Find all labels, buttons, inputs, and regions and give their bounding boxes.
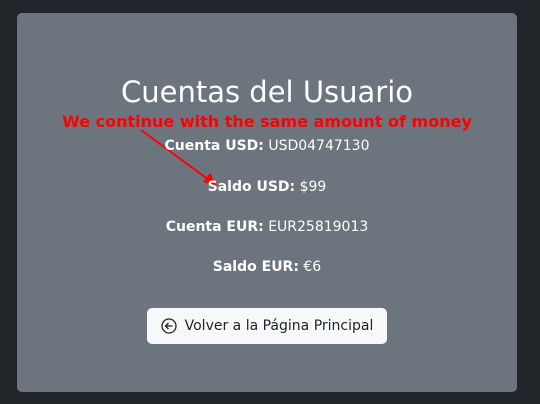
eur-balance-row: Saldo EUR: €6 — [17, 259, 517, 275]
eur-balance-value: €6 — [303, 259, 322, 275]
eur-account-value: EUR25819013 — [268, 219, 369, 235]
eur-balance-label: Saldo EUR: — [212, 259, 299, 275]
back-to-home-label: Volver a la Página Principal — [184, 318, 374, 334]
back-to-home-button[interactable]: Volver a la Página Principal — [147, 308, 387, 344]
accounts-card: Cuentas del Usuario We continue with the… — [17, 13, 517, 392]
arrow-left-circle-icon — [160, 318, 177, 334]
page-title: Cuentas del Usuario — [120, 75, 414, 109]
usd-balance-label: Saldo USD: — [207, 179, 296, 195]
usd-balance-row: Saldo USD: $99 — [17, 179, 517, 195]
eur-account-row: Cuenta EUR: EUR25819013 — [17, 219, 517, 235]
usd-account-value: USD04747130 — [268, 138, 370, 154]
annotation-text: We continue with the same amount of mone… — [62, 112, 472, 131]
usd-balance-value: $99 — [299, 179, 327, 195]
usd-account-row: Cuenta USD: USD04747130 — [17, 138, 517, 154]
usd-account-label: Cuenta USD: — [164, 138, 264, 154]
eur-account-label: Cuenta EUR: — [165, 219, 264, 235]
